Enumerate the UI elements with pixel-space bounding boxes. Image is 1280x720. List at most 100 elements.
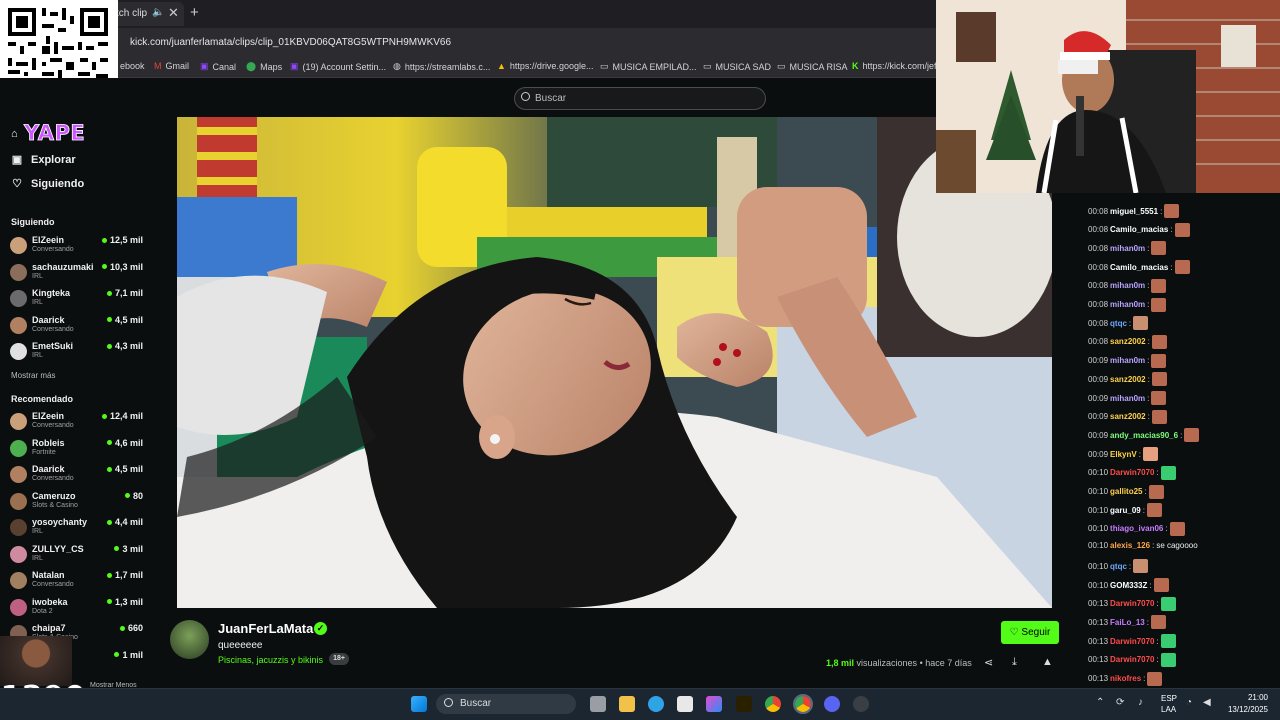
chat-username[interactable]: Darwin7070 [1110,655,1154,664]
sync-icon[interactable]: ⟳ [1116,697,1124,708]
bookmark-canal[interactable]: ▣ Canal [200,61,236,72]
chat-username[interactable]: Camilo_macias [1110,225,1168,234]
chrome-icon[interactable] [765,696,781,712]
following-section-title: Siguiendo [11,217,55,227]
follow-button[interactable]: ♡ Seguir [1001,621,1059,644]
sidebar-channel[interactable]: EmetSuki IRL 4,3 mil [10,341,145,365]
nav-siguiendo[interactable]: ♡ Siguiendo [11,177,84,191]
sidebar-channel[interactable]: iwobeka Dota 2 1,3 mil [10,597,145,621]
avatar [10,439,27,457]
home-icon[interactable]: ⌂ [11,128,18,140]
emote-icon [1160,634,1176,649]
clip-video-player[interactable] [177,117,1052,608]
sidebar-channel[interactable]: Cameruzo Slots & Casino 80 [10,491,145,515]
chat-message: 00:08 mihan0m: [1088,297,1167,312]
chat-username[interactable]: andy_macias90_6 [1110,431,1178,440]
chat-username[interactable]: gallito25 [1110,487,1142,496]
emote-icon [1146,503,1162,518]
new-tab-icon[interactable]: + [190,4,199,21]
avatar [10,237,27,254]
streamer-name[interactable]: JuanFerLaMata [218,621,313,636]
bookmark-folder-risa[interactable]: ▭ MUSICA RISA [777,61,848,72]
channel-name: sachauzumaki [32,261,94,272]
obs-icon[interactable] [853,696,869,712]
sidebar-channel[interactable]: Daarick Conversando 4,5 mil [10,315,145,339]
bookmark-gmail[interactable]: M Gmail [154,61,189,71]
recommended-section-title: Recomendado [11,394,74,404]
viewer-count: 3 mil [114,544,143,554]
chat-username[interactable]: thiago_ivan06 [1110,524,1163,533]
clock-date[interactable]: 13/12/2025 [1220,705,1268,714]
report-icon[interactable]: ▲ [1042,656,1053,668]
chat-message: 00:09 sanz2002: [1088,372,1167,387]
language-indicator[interactable]: ESP [1161,694,1177,703]
show-more-link[interactable]: Mostrar más [11,371,55,380]
taskbar-search[interactable]: Buscar [436,694,576,714]
chat-username[interactable]: Darwin7070 [1110,599,1154,608]
share-icon[interactable]: ⋖ [984,656,993,669]
game-icon[interactable] [736,696,752,712]
avatar [10,572,27,589]
file-explorer-icon[interactable] [619,696,635,712]
streamer-avatar[interactable] [170,620,209,659]
chat-username[interactable]: sanz2002 [1110,375,1146,384]
avatar [10,290,27,307]
chrome-active-icon[interactable] [793,694,813,714]
bookmark-streamlabs[interactable]: ◍ https://streamlabs.c... [393,61,490,72]
keyboard-layout[interactable]: LAA [1161,705,1176,714]
chat-username[interactable]: alexis_126 [1110,541,1150,550]
chat-username[interactable]: sanz2002 [1110,412,1146,421]
sidebar-channel[interactable]: ElZeein Conversando 12,5 mil [10,235,145,259]
chat-username[interactable]: mihan0m [1110,356,1145,365]
chat-username[interactable]: nikofres [1110,674,1141,683]
edge-icon[interactable] [648,696,664,712]
nav-explorar[interactable]: ▣ Explorar [11,153,76,167]
sidebar-channel[interactable]: Daarick Conversando 4,5 mil [10,464,145,488]
discord-icon[interactable] [824,696,840,712]
chat-username[interactable]: qtqc [1110,562,1127,571]
search-input[interactable]: Buscar [514,87,766,110]
close-icon[interactable]: ✕ [168,5,179,21]
download-icon[interactable]: ⤓ [1012,656,1017,669]
chat-username[interactable]: miguel_5551 [1110,207,1158,216]
chat-username[interactable]: garu_09 [1110,506,1141,515]
chat-username[interactable]: mihan0m [1110,281,1145,290]
snipping-tool-icon[interactable] [677,696,693,712]
chat-username[interactable]: Camilo_macias [1110,263,1168,272]
sidebar-channel[interactable]: Kingteka IRL 7,1 mil [10,288,145,312]
url-text[interactable]: kick.com/juanferlamata/clips/clip_01KBVD… [130,37,451,48]
volume-icon[interactable]: ◀ [1203,697,1211,708]
bookmark-folder-sad[interactable]: ▭ MUSICA SAD [703,61,771,72]
chat-username[interactable]: qtqc [1110,319,1127,328]
clip-category-link[interactable]: Piscinas, jacuzzis y bikinis [218,655,323,665]
chat-username[interactable]: mihan0m [1110,394,1145,403]
sidebar-channel[interactable]: ZULLYY_CS IRL 3 mil [10,544,145,568]
chat-username[interactable]: sanz2002 [1110,337,1146,346]
wifi-icon[interactable]: ◔ [1186,697,1192,708]
sidebar-channel[interactable]: ElZeein Conversando 12,4 mil [10,411,145,435]
bookmark-maps[interactable]: ⬤ Maps [246,61,282,72]
sidebar-channel[interactable]: Natalan Conversando 1,7 mil [10,570,145,594]
sidebar-channel[interactable]: yosoychanty IRL 4,4 mil [10,517,145,541]
clock-time[interactable]: 21:00 [1236,693,1268,702]
chat-username[interactable]: GOM333Z [1110,581,1147,590]
chat-username[interactable]: FaiLo_13 [1110,618,1145,627]
chat-username[interactable]: ElkynV [1110,450,1137,459]
chat-username[interactable]: Darwin7070 [1110,637,1154,646]
bookmark-account-settings[interactable]: ▣ (19) Account Settin... [290,61,386,72]
task-view-icon[interactable] [590,696,606,712]
bookmark-kick[interactable]: Khttps://kick.com/jef [852,61,937,71]
speaker-icon[interactable]: 🔈 [152,7,164,18]
windows-start-icon[interactable] [411,696,427,712]
chat-username[interactable]: Darwin7070 [1110,468,1154,477]
chat-username[interactable]: mihan0m [1110,300,1145,309]
chevron-up-icon[interactable]: ⌃ [1096,697,1104,708]
chat-username[interactable]: mihan0m [1110,244,1145,253]
bookmark-folder-empilad[interactable]: ▭ MUSICA EMPILAD... [600,61,697,72]
sidebar-channel[interactable]: sachauzumaki IRL 10,3 mil [10,262,145,286]
sidebar-channel[interactable]: Robleis Fortnite 4,6 mil [10,438,145,462]
bookmark-drive[interactable]: ▲ https://drive.google... [497,61,593,71]
bookmark-facebook[interactable]: ebook [120,61,145,71]
microphone-icon[interactable]: ♪ [1138,697,1143,708]
copilot-icon[interactable] [706,696,722,712]
